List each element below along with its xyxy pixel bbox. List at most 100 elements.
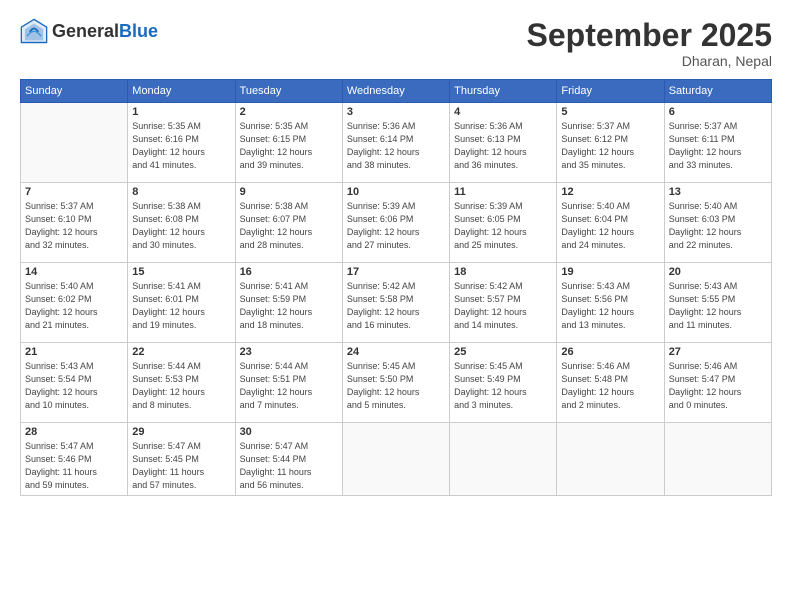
- table-row: 16 Sunrise: 5:41 AM Sunset: 5:59 PM Dayli…: [235, 263, 342, 343]
- logo-text: GeneralBlue: [52, 22, 158, 42]
- day-info: Sunrise: 5:36 AM Sunset: 6:14 PM Dayligh…: [347, 120, 445, 172]
- day-info: Sunrise: 5:37 AM Sunset: 6:11 PM Dayligh…: [669, 120, 767, 172]
- day-number: 23: [240, 346, 338, 358]
- day-number: 25: [454, 346, 552, 358]
- table-row: 4Sunrise: 5:36 AM Sunset: 6:13 PM Daylig…: [450, 103, 557, 183]
- day-number: 18: [454, 266, 552, 278]
- calendar-table: Sunday Monday Tuesday Wednesday Thursday…: [20, 79, 772, 496]
- day-info: Sunrise: 5:47 AM Sunset: 5:44 PM Dayligh…: [240, 440, 338, 492]
- day-number: 5: [561, 106, 659, 118]
- day-info: Sunrise: 5:42 AM Sunset: 5:57 PM Dayligh…: [454, 280, 552, 332]
- day-number: 19: [561, 266, 659, 278]
- day-info: Sunrise: 5:36 AM Sunset: 6:13 PM Dayligh…: [454, 120, 552, 172]
- table-row: 12 Sunrise: 5:40 AM Sunset: 6:04 PM Dayli…: [557, 183, 664, 263]
- day-info: Sunrise: 5:47 AM Sunset: 5:46 PM Dayligh…: [25, 440, 123, 492]
- day-number: 8: [132, 186, 230, 198]
- day-number: 7: [25, 186, 123, 198]
- day-number: 10: [347, 186, 445, 198]
- day-info: Sunrise: 5:47 AM Sunset: 5:45 PM Dayligh…: [132, 440, 230, 492]
- day-info: Sunrise: 5:46 AM Sunset: 5:48 PM Dayligh…: [561, 360, 659, 412]
- table-row: 24 Sunrise: 5:45 AM Sunset: 5:50 PM Dayli…: [342, 343, 449, 423]
- day-number: 3: [347, 106, 445, 118]
- calendar-header-row: Sunday Monday Tuesday Wednesday Thursday…: [21, 80, 772, 103]
- table-row: 17Sunrise: 5:42 AM Sunset: 5:58 PM Dayli…: [342, 263, 449, 343]
- day-number: 24: [347, 346, 445, 358]
- day-number: 1: [132, 106, 230, 118]
- table-row: 7 Sunrise: 5:37 AM Sunset: 6:10 PM Daylig…: [21, 183, 128, 263]
- table-row: [664, 423, 771, 496]
- table-row: [21, 103, 128, 183]
- location: Dharan, Nepal: [527, 53, 772, 69]
- day-number: 29: [132, 426, 230, 438]
- header: GeneralBlue September 2025 Dharan, Nepal: [20, 18, 772, 69]
- table-row: 21 Sunrise: 5:43 AM Sunset: 5:54 PM Dayli…: [21, 343, 128, 423]
- day-number: 22: [132, 346, 230, 358]
- day-number: 2: [240, 106, 338, 118]
- table-row: 9Sunrise: 5:38 AM Sunset: 6:07 PM Daylig…: [235, 183, 342, 263]
- day-info: Sunrise: 5:43 AM Sunset: 5:55 PM Dayligh…: [669, 280, 767, 332]
- day-number: 21: [25, 346, 123, 358]
- table-row: 22Sunrise: 5:44 AM Sunset: 5:53 PM Dayli…: [128, 343, 235, 423]
- table-row: 20 Sunrise: 5:43 AM Sunset: 5:55 PM Dayli…: [664, 263, 771, 343]
- day-info: Sunrise: 5:44 AM Sunset: 5:51 PM Dayligh…: [240, 360, 338, 412]
- day-info: Sunrise: 5:45 AM Sunset: 5:50 PM Dayligh…: [347, 360, 445, 412]
- day-number: 14: [25, 266, 123, 278]
- table-row: 3 Sunrise: 5:36 AM Sunset: 6:14 PM Daylig…: [342, 103, 449, 183]
- col-saturday: Saturday: [664, 80, 771, 103]
- day-number: 11: [454, 186, 552, 198]
- day-info: Sunrise: 5:35 AM Sunset: 6:16 PM Dayligh…: [132, 120, 230, 172]
- day-info: Sunrise: 5:40 AM Sunset: 6:04 PM Dayligh…: [561, 200, 659, 252]
- day-number: 13: [669, 186, 767, 198]
- col-wednesday: Wednesday: [342, 80, 449, 103]
- table-row: 28 Sunrise: 5:47 AM Sunset: 5:46 PM Dayli…: [21, 423, 128, 496]
- day-info: Sunrise: 5:39 AM Sunset: 6:05 PM Dayligh…: [454, 200, 552, 252]
- table-row: 14 Sunrise: 5:40 AM Sunset: 6:02 PM Dayli…: [21, 263, 128, 343]
- calendar-week-row: 21 Sunrise: 5:43 AM Sunset: 5:54 PM Dayli…: [21, 343, 772, 423]
- table-row: 18 Sunrise: 5:42 AM Sunset: 5:57 PM Dayli…: [450, 263, 557, 343]
- day-number: 12: [561, 186, 659, 198]
- calendar-week-row: 14 Sunrise: 5:40 AM Sunset: 6:02 PM Dayli…: [21, 263, 772, 343]
- table-row: 10 Sunrise: 5:39 AM Sunset: 6:06 PM Dayli…: [342, 183, 449, 263]
- table-row: [342, 423, 449, 496]
- day-info: Sunrise: 5:39 AM Sunset: 6:06 PM Dayligh…: [347, 200, 445, 252]
- table-row: 1 Sunrise: 5:35 AM Sunset: 6:16 PM Daylig…: [128, 103, 235, 183]
- day-info: Sunrise: 5:41 AM Sunset: 5:59 PM Dayligh…: [240, 280, 338, 332]
- logo: GeneralBlue: [20, 18, 158, 46]
- day-number: 27: [669, 346, 767, 358]
- logo-blue-text: Blue: [119, 21, 158, 41]
- table-row: 15Sunrise: 5:41 AM Sunset: 6:01 PM Dayli…: [128, 263, 235, 343]
- table-row: 6Sunrise: 5:37 AM Sunset: 6:11 PM Daylig…: [664, 103, 771, 183]
- col-monday: Monday: [128, 80, 235, 103]
- day-number: 20: [669, 266, 767, 278]
- day-info: Sunrise: 5:37 AM Sunset: 6:10 PM Dayligh…: [25, 200, 123, 252]
- table-row: 8 Sunrise: 5:38 AM Sunset: 6:08 PM Daylig…: [128, 183, 235, 263]
- table-row: 23 Sunrise: 5:44 AM Sunset: 5:51 PM Dayli…: [235, 343, 342, 423]
- day-info: Sunrise: 5:42 AM Sunset: 5:58 PM Dayligh…: [347, 280, 445, 332]
- title-block: September 2025 Dharan, Nepal: [527, 18, 772, 69]
- day-info: Sunrise: 5:40 AM Sunset: 6:03 PM Dayligh…: [669, 200, 767, 252]
- day-info: Sunrise: 5:38 AM Sunset: 6:08 PM Dayligh…: [132, 200, 230, 252]
- month-title: September 2025: [527, 18, 772, 53]
- table-row: [557, 423, 664, 496]
- day-info: Sunrise: 5:45 AM Sunset: 5:49 PM Dayligh…: [454, 360, 552, 412]
- day-number: 16: [240, 266, 338, 278]
- page: GeneralBlue September 2025 Dharan, Nepal…: [0, 0, 792, 612]
- day-info: Sunrise: 5:37 AM Sunset: 6:12 PM Dayligh…: [561, 120, 659, 172]
- logo-general: General: [52, 21, 119, 41]
- table-row: [450, 423, 557, 496]
- day-number: 28: [25, 426, 123, 438]
- day-info: Sunrise: 5:43 AM Sunset: 5:54 PM Dayligh…: [25, 360, 123, 412]
- day-info: Sunrise: 5:40 AM Sunset: 6:02 PM Dayligh…: [25, 280, 123, 332]
- calendar-week-row: 7 Sunrise: 5:37 AM Sunset: 6:10 PM Daylig…: [21, 183, 772, 263]
- day-number: 15: [132, 266, 230, 278]
- col-friday: Friday: [557, 80, 664, 103]
- logo-icon: [20, 18, 48, 46]
- table-row: 27Sunrise: 5:46 AM Sunset: 5:47 PM Dayli…: [664, 343, 771, 423]
- table-row: 29 Sunrise: 5:47 AM Sunset: 5:45 PM Dayli…: [128, 423, 235, 496]
- calendar-week-row: 28 Sunrise: 5:47 AM Sunset: 5:46 PM Dayli…: [21, 423, 772, 496]
- col-thursday: Thursday: [450, 80, 557, 103]
- day-info: Sunrise: 5:35 AM Sunset: 6:15 PM Dayligh…: [240, 120, 338, 172]
- day-number: 9: [240, 186, 338, 198]
- day-info: Sunrise: 5:43 AM Sunset: 5:56 PM Dayligh…: [561, 280, 659, 332]
- table-row: 30Sunrise: 5:47 AM Sunset: 5:44 PM Dayli…: [235, 423, 342, 496]
